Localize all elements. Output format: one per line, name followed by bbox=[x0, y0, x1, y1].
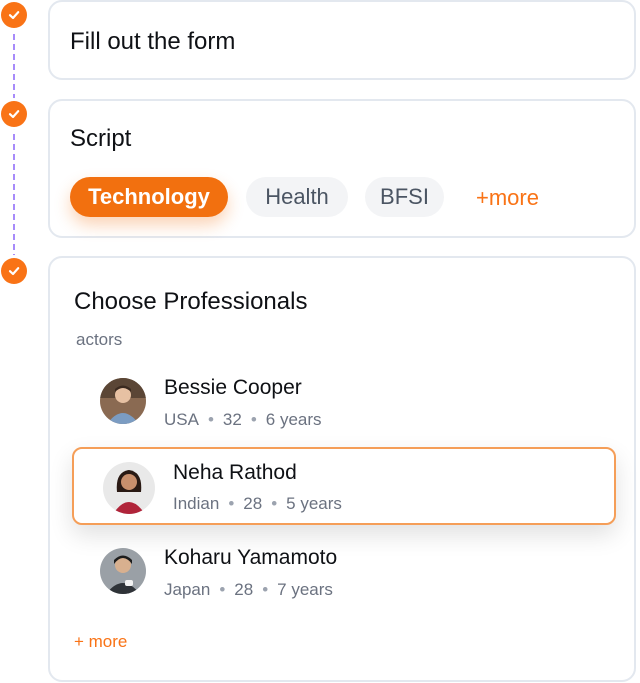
professional-country: Japan bbox=[164, 580, 211, 599]
step-1-check-icon bbox=[1, 2, 27, 28]
professional-experience: 5 years bbox=[286, 494, 342, 513]
professional-experience: 7 years bbox=[277, 580, 333, 599]
script-title: Script bbox=[70, 125, 132, 152]
separator-dot: • bbox=[271, 494, 278, 513]
separator-dot: • bbox=[228, 494, 235, 513]
professional-row-bessie-cooper[interactable]: Bessie Cooper USA • 32 • 6 years bbox=[74, 360, 614, 438]
professional-row-neha-rathod[interactable]: Neha Rathod Indian • 28 • 5 years bbox=[72, 447, 616, 525]
avatar bbox=[100, 548, 146, 594]
chip-health[interactable]: Health bbox=[246, 177, 348, 217]
choose-professionals-card: Choose Professionals actors Bessie Coope… bbox=[48, 256, 636, 682]
separator-dot: • bbox=[262, 580, 269, 599]
separator-dot: • bbox=[207, 410, 214, 429]
separator-dot: • bbox=[219, 580, 226, 599]
step-2-check-icon bbox=[1, 101, 27, 127]
professional-country: Indian bbox=[173, 494, 220, 513]
professional-name: Neha Rathod bbox=[173, 461, 297, 484]
professionals-more-link[interactable]: + more bbox=[74, 632, 127, 652]
separator-dot: • bbox=[250, 410, 257, 429]
professional-name: Bessie Cooper bbox=[164, 376, 302, 399]
step-1-title: Fill out the form bbox=[70, 28, 236, 55]
professional-meta: Indian • 28 • 5 years bbox=[173, 494, 342, 514]
step-3-check-icon bbox=[1, 258, 27, 284]
professional-meta: Japan • 28 • 7 years bbox=[164, 580, 333, 600]
avatar bbox=[100, 378, 146, 424]
step-1-card[interactable]: Fill out the form bbox=[48, 0, 636, 80]
timeline-connector bbox=[13, 14, 15, 270]
professional-meta: USA • 32 • 6 years bbox=[164, 410, 322, 430]
professional-age: 28 bbox=[243, 494, 263, 513]
script-card: Script Technology Health BFSI +more bbox=[48, 99, 636, 238]
avatar bbox=[103, 462, 155, 514]
chip-technology[interactable]: Technology bbox=[70, 177, 228, 217]
professional-name: Koharu Yamamoto bbox=[164, 546, 338, 569]
professional-country: USA bbox=[164, 410, 199, 429]
script-more-link[interactable]: +more bbox=[476, 185, 539, 211]
professional-experience: 6 years bbox=[265, 410, 322, 429]
professional-age: 32 bbox=[222, 410, 242, 429]
chip-bfsi[interactable]: BFSI bbox=[365, 177, 444, 217]
professional-row-koharu-yamamoto[interactable]: Koharu Yamamoto Japan • 28 • 7 years bbox=[74, 532, 614, 610]
choose-professionals-title: Choose Professionals bbox=[74, 288, 308, 315]
professionals-subtitle: actors bbox=[76, 330, 123, 349]
professional-age: 28 bbox=[234, 580, 254, 599]
